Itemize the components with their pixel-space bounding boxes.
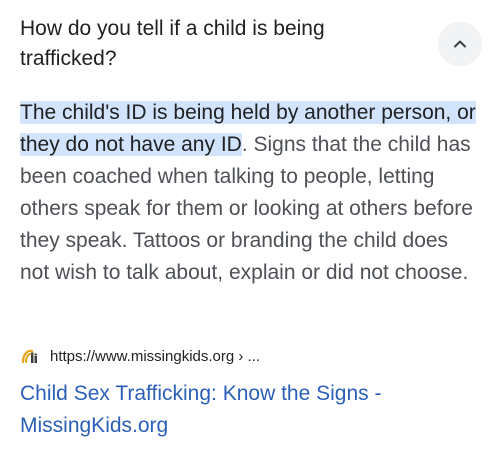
missingkids-logo-icon <box>20 346 40 366</box>
source-url[interactable]: https://www.missingkids.org › ... <box>50 348 260 365</box>
question-header[interactable]: How do you tell if a child is being traf… <box>20 14 420 74</box>
result-title-link[interactable]: Child Sex Trafficking: Know the Signs - … <box>20 378 480 442</box>
question-text[interactable]: How do you tell if a child is being traf… <box>20 14 420 74</box>
answer-snippet: The child's ID is being held by another … <box>20 97 482 289</box>
chevron-up-icon <box>454 40 466 48</box>
collapse-button[interactable] <box>438 22 482 66</box>
source-row[interactable]: https://www.missingkids.org › ... <box>20 346 260 366</box>
